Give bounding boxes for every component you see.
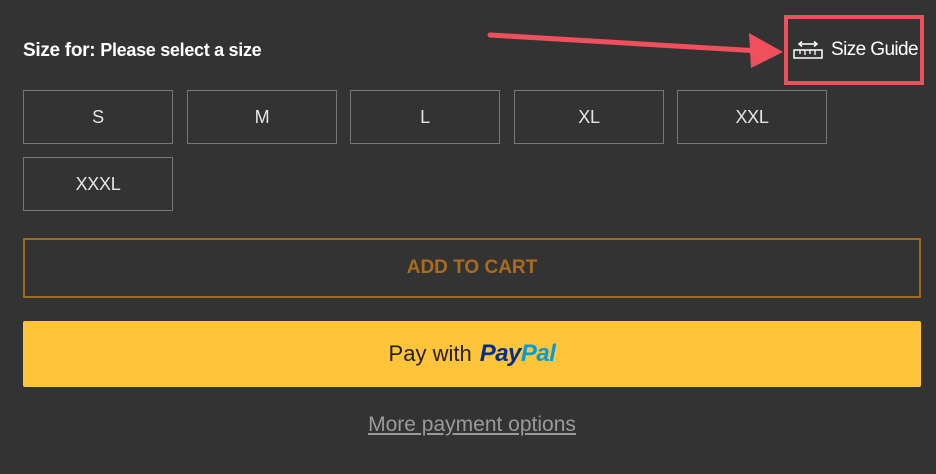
paypal-prefix: Pay with [388, 341, 472, 366]
size-guide-label: Size Guide [831, 39, 919, 60]
size-option-l[interactable]: L [350, 90, 500, 144]
size-guide-link[interactable]: Size Guide [784, 15, 924, 85]
more-payment-options-link[interactable]: More payment options [0, 413, 936, 437]
size-option-xxxl[interactable]: XXXL [23, 157, 173, 211]
ruler-icon [793, 41, 823, 59]
size-option-m[interactable]: M [187, 90, 337, 144]
paypal-button[interactable]: Pay with PayPal [23, 321, 921, 387]
size-option-s[interactable]: S [23, 90, 173, 144]
size-option-xxl[interactable]: XXL [677, 90, 827, 144]
size-label-value: Please select a size [100, 40, 262, 60]
add-to-cart-button[interactable]: ADD TO CART [23, 238, 921, 298]
size-label-prefix: Size for: [23, 40, 96, 61]
size-selector-label: Size for: Please select a size [23, 40, 262, 62]
paypal-logo: PayPal [479, 340, 556, 367]
size-option-xl[interactable]: XL [514, 90, 664, 144]
